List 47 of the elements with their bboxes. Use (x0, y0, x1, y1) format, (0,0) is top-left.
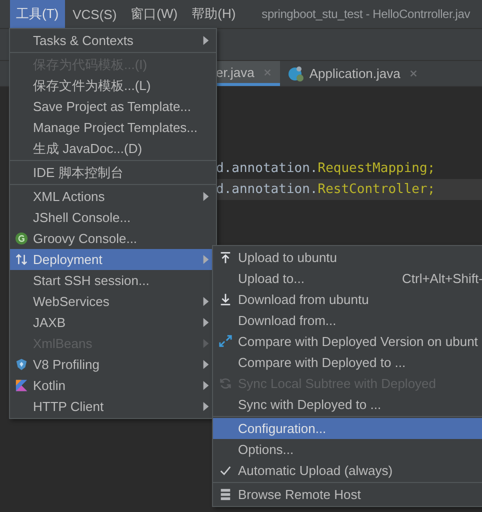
menu-item[interactable]: Tasks & Contexts (10, 30, 216, 51)
menu-item[interactable]: Automatic Upload (always) (213, 460, 482, 481)
menu-item[interactable]: Download from... (213, 310, 482, 331)
menu-item[interactable]: JShell Console... (10, 207, 216, 228)
menu-item[interactable]: IDE 脚本控制台 (10, 162, 216, 183)
compare-icon (219, 335, 232, 348)
menu-item[interactable]: Browse Remote Host (213, 484, 482, 505)
editor-tab[interactable]: er.java (216, 61, 280, 86)
window-title: springboot_stu_test - HelloContrroller.jav (262, 7, 470, 21)
close-icon[interactable] (263, 68, 272, 76)
groovy-icon (15, 232, 28, 245)
class-icon (288, 66, 304, 82)
menu-item[interactable]: Groovy Console... (10, 228, 216, 249)
menu-item[interactable]: Start SSH session... (10, 270, 216, 291)
shortcut-text: Ctrl+Alt+Shift- (402, 271, 482, 286)
menu-item[interactable]: XML Actions (10, 186, 216, 207)
menu-item[interactable]: Sync with Deployed to ... (213, 394, 482, 415)
sync-icon (219, 377, 232, 390)
menu-bar-item[interactable]: 帮助(H) (186, 0, 242, 28)
menu-item[interactable]: Compare with Deployed to ... (213, 352, 482, 373)
menu-bar-item[interactable]: VCS(S) (66, 0, 123, 28)
code-line: d.annotation.RequestMapping; (216, 160, 436, 178)
upload-icon (219, 251, 232, 264)
menu-item[interactable]: Compare with Deployed Version on ubunt (213, 331, 482, 352)
menu-item[interactable]: HTTP Client (10, 396, 216, 417)
menu-item[interactable]: Save Project as Template... (10, 96, 216, 117)
menu-bar-item[interactable]: 工具(T) (10, 0, 65, 28)
menu-item[interactable]: V8 Profiling (10, 354, 216, 375)
menu-bar-item[interactable]: 窗口(W) (124, 0, 184, 28)
kotlin-icon (15, 379, 28, 392)
menu-item[interactable]: 生成 JavaDoc...(D) (10, 138, 216, 159)
server-list-icon (219, 488, 232, 501)
menu-item[interactable]: Download from ubuntu (213, 289, 482, 310)
menu-item[interactable]: 保存文件为模板...(L) (10, 75, 216, 96)
close-icon[interactable] (409, 69, 418, 78)
menu-item[interactable]: JAXB (10, 312, 216, 333)
menu-item[interactable]: Upload to... Ctrl+Alt+Shift- (213, 268, 482, 289)
menu-item[interactable]: WebServices (10, 291, 216, 312)
transfer-icon (15, 253, 28, 266)
download-icon (219, 293, 232, 306)
menu-item[interactable]: Configuration... (213, 418, 482, 439)
menu-item[interactable]: Upload to ubuntu (213, 247, 482, 268)
menu-item[interactable]: Manage Project Templates... (10, 117, 216, 138)
menu-item[interactable]: Kotlin (10, 375, 216, 396)
editor-tab[interactable]: Application.java (280, 61, 426, 86)
menu-item[interactable]: Options... (213, 439, 482, 460)
shield-icon (15, 358, 28, 371)
